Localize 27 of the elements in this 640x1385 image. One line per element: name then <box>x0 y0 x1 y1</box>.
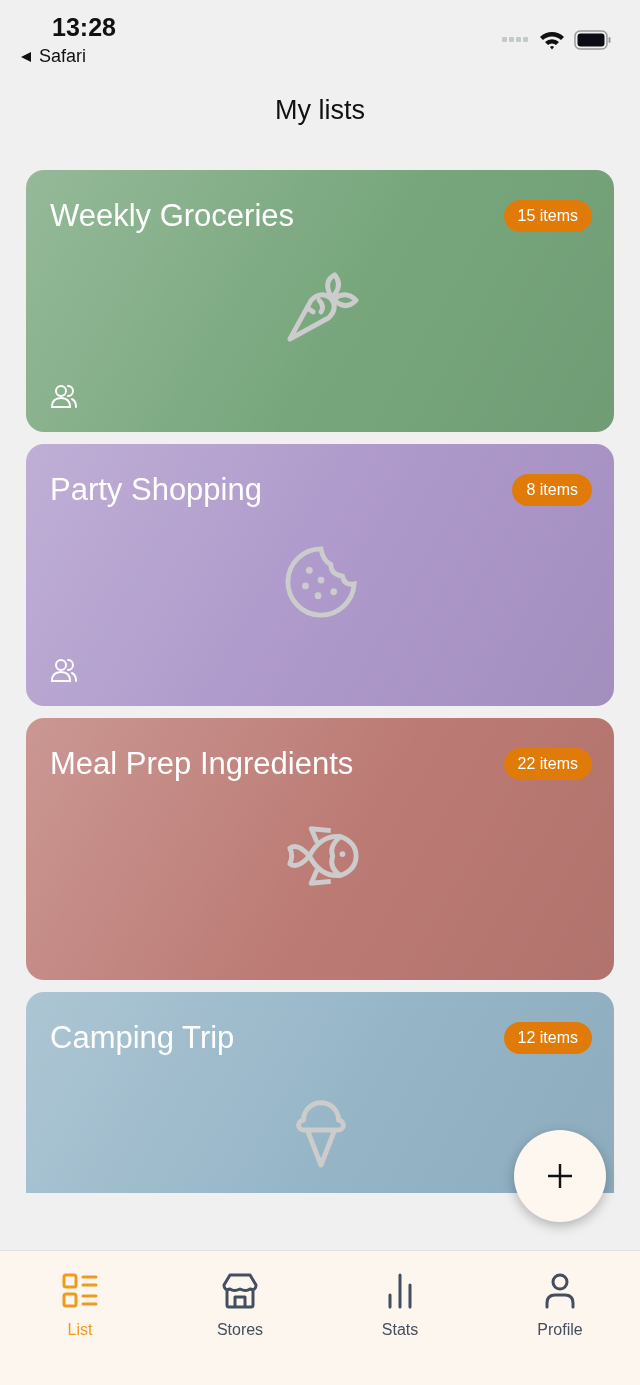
page-title: My lists <box>275 94 365 126</box>
list-card[interactable]: Weekly Groceries 15 items <box>26 170 614 432</box>
store-icon <box>222 1273 258 1309</box>
item-count: 12 items <box>503 1022 592 1054</box>
cookie-icon <box>282 543 360 621</box>
back-link[interactable]: Safari <box>39 46 87 67</box>
list-icon <box>62 1273 98 1309</box>
signal-icon <box>502 37 530 43</box>
list-name: Weekly Groceries <box>50 198 295 234</box>
nav-tab[interactable]: List <box>0 1273 160 1385</box>
wifi-icon <box>539 30 565 50</box>
battery-icon <box>574 30 612 50</box>
back-arrow-icon[interactable] <box>20 50 32 63</box>
list-card[interactable]: Camping Trip 12 items <box>26 992 614 1193</box>
list-name: Party Shopping <box>50 472 262 508</box>
list-name: Meal Prep Ingredients <box>50 746 354 782</box>
list-name: Camping Trip <box>50 1020 235 1056</box>
plus-icon <box>547 1163 573 1189</box>
list-card[interactable]: Meal Prep Ingredients 22 items <box>26 718 614 980</box>
nav-tab[interactable]: Stats <box>320 1273 480 1385</box>
item-count: 8 items <box>512 474 592 506</box>
nav-tab[interactable]: Profile <box>480 1273 640 1385</box>
item-count: 15 items <box>503 200 592 232</box>
nav-tab[interactable]: Stores <box>160 1273 320 1385</box>
list-card[interactable]: Party Shopping 8 items <box>26 444 614 706</box>
item-count: 22 items <box>503 748 592 780</box>
status-time: 13:28 <box>52 12 116 42</box>
